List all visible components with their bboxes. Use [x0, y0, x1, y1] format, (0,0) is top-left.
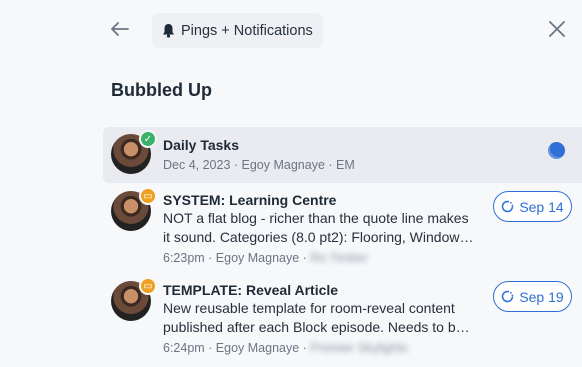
in-progress-status-icon[interactable]	[548, 142, 565, 159]
message-badge-icon: ▭	[139, 187, 157, 205]
notification-item-daily-tasks[interactable]: ✓ Daily Tasks Dec 4, 2023 · Egoy Magnaye…	[103, 127, 582, 183]
back-button[interactable]	[108, 17, 132, 41]
clock-icon	[502, 290, 514, 303]
item-description-line-2: published after each Block episode. Need…	[163, 319, 470, 335]
avatar: ▭	[111, 277, 157, 321]
item-description-line-2: it sound. Categories (8.0 pt2): Flooring…	[163, 229, 474, 245]
section-title: Bubbled Up	[111, 80, 212, 100]
header-title: Pings + Notifications	[181, 22, 313, 39]
bell-icon	[163, 24, 174, 38]
header-title-chip: Pings + Notifications	[152, 13, 323, 48]
check-badge-icon: ✓	[139, 130, 157, 148]
item-meta: Dec 4, 2023 · Egoy Magnaye · EM	[163, 158, 355, 172]
clock-icon	[502, 200, 514, 213]
arrow-left-icon	[111, 22, 129, 36]
due-date-label: Sep 14	[519, 198, 564, 215]
due-date-button[interactable]: Sep 14	[493, 191, 572, 222]
message-badge-icon: ▭	[139, 277, 157, 295]
notification-item-learning-centre[interactable]: ▭ SYSTEM: Learning Centre NOT a flat blo…	[103, 187, 582, 265]
notification-item-reveal-article[interactable]: ▭ TEMPLATE: Reveal Article New reusable …	[103, 277, 582, 355]
item-meta-project: Ro Timber	[310, 251, 368, 265]
close-button[interactable]	[545, 17, 569, 41]
due-date-button[interactable]: Sep 19	[493, 281, 572, 312]
item-title: TEMPLATE: Reveal Article	[163, 282, 339, 298]
avatar: ▭	[111, 187, 157, 231]
item-description-line-1: New reusable template for room-reveal co…	[163, 300, 455, 316]
item-title: Daily Tasks	[163, 137, 240, 153]
close-icon	[549, 21, 565, 37]
item-meta: 6:23pm · Egoy Magnaye ·	[163, 251, 307, 265]
due-date-label: Sep 19	[519, 288, 564, 305]
item-meta-project: Premier Skylights	[310, 341, 408, 355]
item-description-line-1: NOT a flat blog - richer than the quote …	[163, 210, 469, 226]
avatar: ✓	[111, 130, 157, 174]
item-meta: 6:24pm · Egoy Magnaye ·	[163, 341, 307, 355]
item-title: SYSTEM: Learning Centre	[163, 192, 337, 208]
top-bar: Pings + Notifications	[0, 0, 582, 60]
